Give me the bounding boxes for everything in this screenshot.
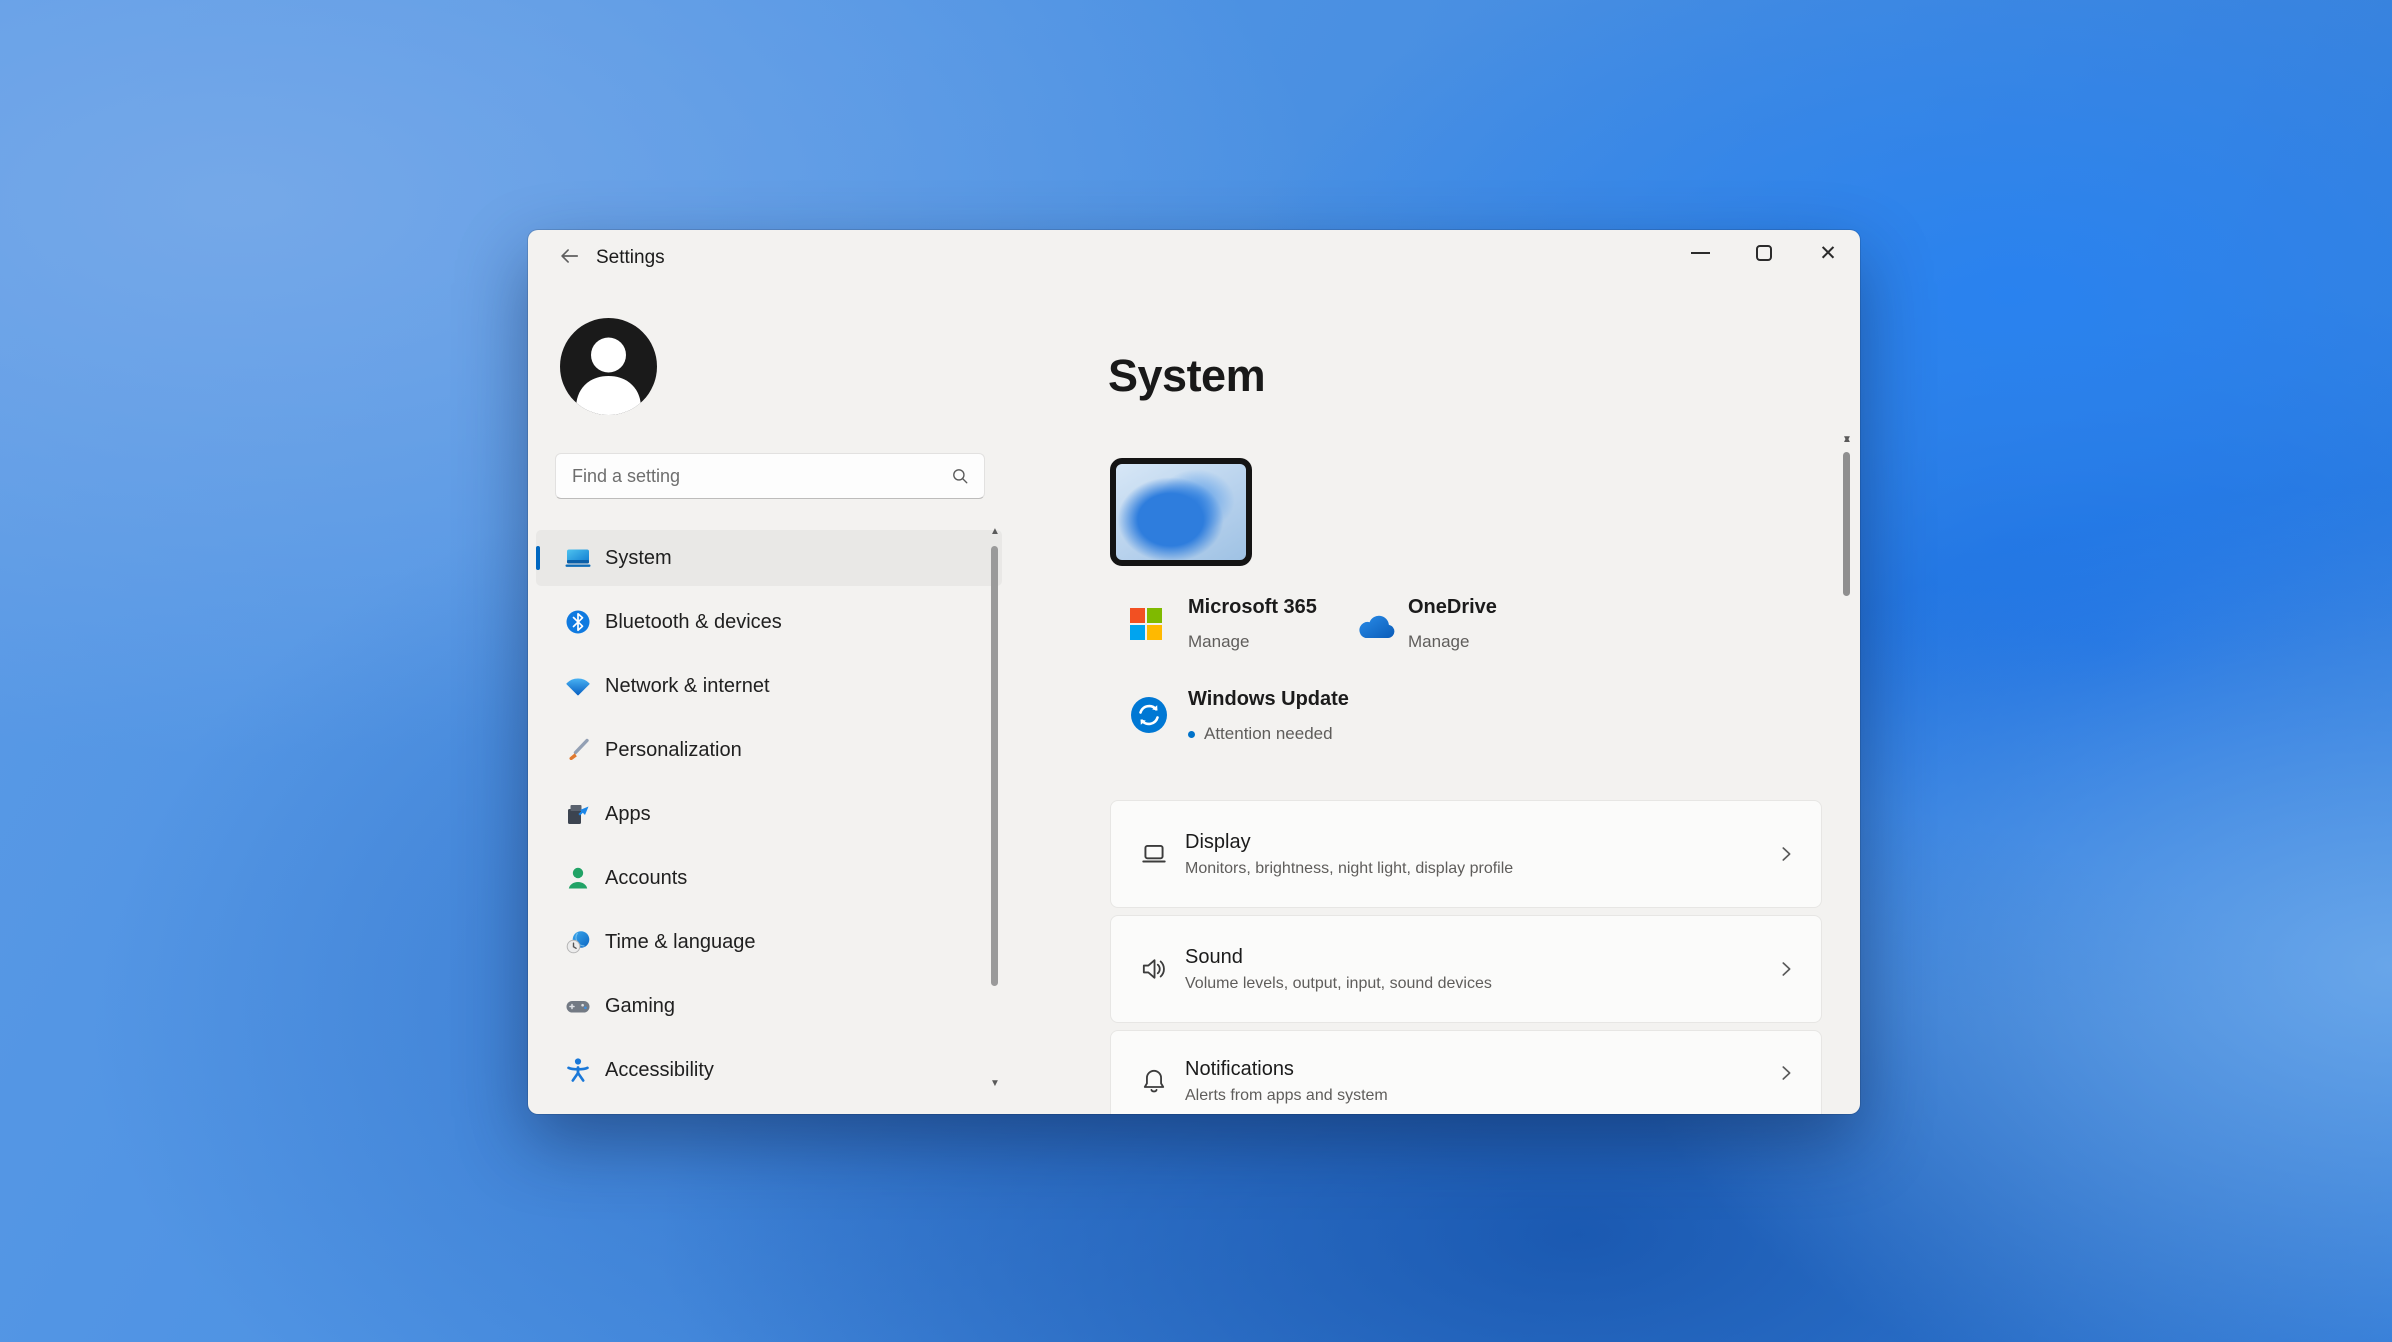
sidebar-item-label: Time & language [605, 930, 756, 953]
maximize-icon [1756, 245, 1772, 261]
card-subtitle: Volume levels, output, input, sound devi… [1185, 974, 1492, 992]
minimize-button[interactable] [1668, 230, 1732, 276]
bluetooth-icon [564, 608, 592, 636]
device-wallpaper-thumbnail [1110, 458, 1252, 566]
chevron-right-icon [1775, 843, 1797, 865]
scroll-up-icon[interactable]: ▲ [988, 526, 1002, 538]
quick-link-title: OneDrive [1408, 596, 1497, 618]
sidebar-item-personalization[interactable]: Personalization [536, 722, 1002, 778]
card-title: Display [1185, 830, 1251, 853]
main-content: System Microsoft 365 Manage OneDrive Man… [1010, 286, 1860, 1114]
accessibility-icon [564, 1056, 592, 1084]
personalization-brush-icon [564, 736, 592, 764]
sidebar-item-bluetooth-devices[interactable]: Bluetooth & devices [536, 594, 1002, 650]
gaming-controller-icon [564, 992, 592, 1020]
search-input[interactable] [556, 465, 951, 487]
caption-buttons: ✕ [1668, 230, 1860, 276]
chevron-right-icon [1775, 1062, 1797, 1084]
settings-card-notifications[interactable]: Notifications Alerts from apps and syste… [1110, 1030, 1822, 1114]
quick-link-onedrive[interactable]: OneDrive Manage [1355, 596, 1555, 660]
quick-link-windows-update[interactable]: Windows Update Attention needed [1130, 688, 1430, 754]
main-scrollbar-thumb[interactable] [1843, 452, 1850, 596]
bell-icon [1139, 1066, 1169, 1096]
attention-status-dot [1188, 730, 1195, 738]
settings-card-sound[interactable]: Sound Volume levels, output, input, soun… [1110, 915, 1822, 1023]
sidebar-item-label: System [605, 546, 672, 569]
sidebar-item-label: Apps [605, 802, 651, 825]
quick-link-subtitle: Manage [1188, 632, 1250, 651]
quick-link-subtitle: Manage [1408, 632, 1470, 651]
display-icon [1139, 839, 1169, 869]
chevron-right-icon [1775, 958, 1797, 980]
sidebar-item-label: Bluetooth & devices [605, 610, 782, 633]
sidebar-item-label: Personalization [605, 738, 742, 761]
sidebar-item-gaming[interactable]: Gaming [536, 978, 1002, 1034]
minimize-icon [1690, 252, 1710, 254]
card-title: Notifications [1185, 1057, 1294, 1080]
search-icon [951, 467, 969, 485]
back-button[interactable] [552, 241, 586, 275]
accounts-person-icon [564, 864, 592, 892]
quick-link-title: Microsoft 365 [1188, 596, 1317, 618]
sidebar-item-label: Accounts [605, 866, 688, 889]
time-language-icon [564, 928, 592, 956]
settings-card-display[interactable]: Display Monitors, brightness, night ligh… [1110, 800, 1822, 908]
sidebar-scrollbar: ▲ ▼ [988, 526, 1002, 1090]
quick-link-subtitle: Attention needed [1204, 724, 1333, 743]
settings-window: Settings ✕ Find a setting System Bluetoo… [528, 230, 1860, 1114]
quick-link-microsoft-365[interactable]: Microsoft 365 Manage [1130, 596, 1340, 660]
desktop-wallpaper: Settings ✕ Find a setting System Bluetoo… [0, 0, 2392, 1342]
onedrive-cloud-icon [1355, 614, 1397, 647]
windows-update-icon [1130, 696, 1168, 739]
search-box [555, 453, 985, 499]
sidebar-item-label: Accessibility [605, 1058, 714, 1081]
close-icon: ✕ [1819, 241, 1837, 265]
maximize-button[interactable] [1732, 230, 1796, 276]
sidebar-item-network-internet[interactable]: Network & internet [536, 658, 1002, 714]
page-title: System [1108, 350, 1266, 401]
close-button[interactable]: ✕ [1796, 230, 1860, 276]
sidebar-item-label: Network & internet [605, 674, 770, 697]
card-subtitle: Alerts from apps and system [1185, 1086, 1388, 1104]
sidebar-scrollbar-thumb[interactable] [991, 546, 998, 986]
scroll-down-icon[interactable]: ▼ [1840, 434, 1854, 446]
sidebar-item-accounts[interactable]: Accounts [536, 850, 1002, 906]
window-title: Settings [596, 247, 665, 268]
speaker-icon [1139, 954, 1169, 984]
apps-icon [564, 800, 592, 828]
network-wifi-icon [564, 672, 592, 700]
titlebar: Settings ✕ [528, 230, 1860, 286]
microsoft-365-icon [1130, 608, 1162, 645]
user-avatar-icon [560, 318, 657, 415]
system-laptop-icon [564, 544, 592, 572]
sidebar: System Bluetooth & devices [528, 286, 1010, 1114]
scroll-down-icon[interactable]: ▼ [988, 1078, 1002, 1090]
main-scrollbar: ▲ ▼ [1840, 434, 1854, 1100]
sidebar-item-apps[interactable]: Apps [536, 786, 1002, 842]
sidebar-item-system[interactable]: System [536, 530, 1002, 586]
sidebar-nav: System Bluetooth & devices Network & int… [536, 530, 1002, 1106]
sidebar-item-accessibility[interactable]: Accessibility [536, 1042, 1002, 1098]
card-subtitle: Monitors, brightness, night light, displ… [1185, 859, 1514, 877]
sidebar-item-time-language[interactable]: Time & language [536, 914, 1002, 970]
sidebar-item-label: Gaming [605, 994, 676, 1017]
selected-accent-bar [536, 546, 540, 570]
card-title: Sound [1185, 945, 1243, 968]
back-arrow-icon [558, 245, 580, 272]
quick-link-title: Windows Update [1188, 688, 1349, 710]
